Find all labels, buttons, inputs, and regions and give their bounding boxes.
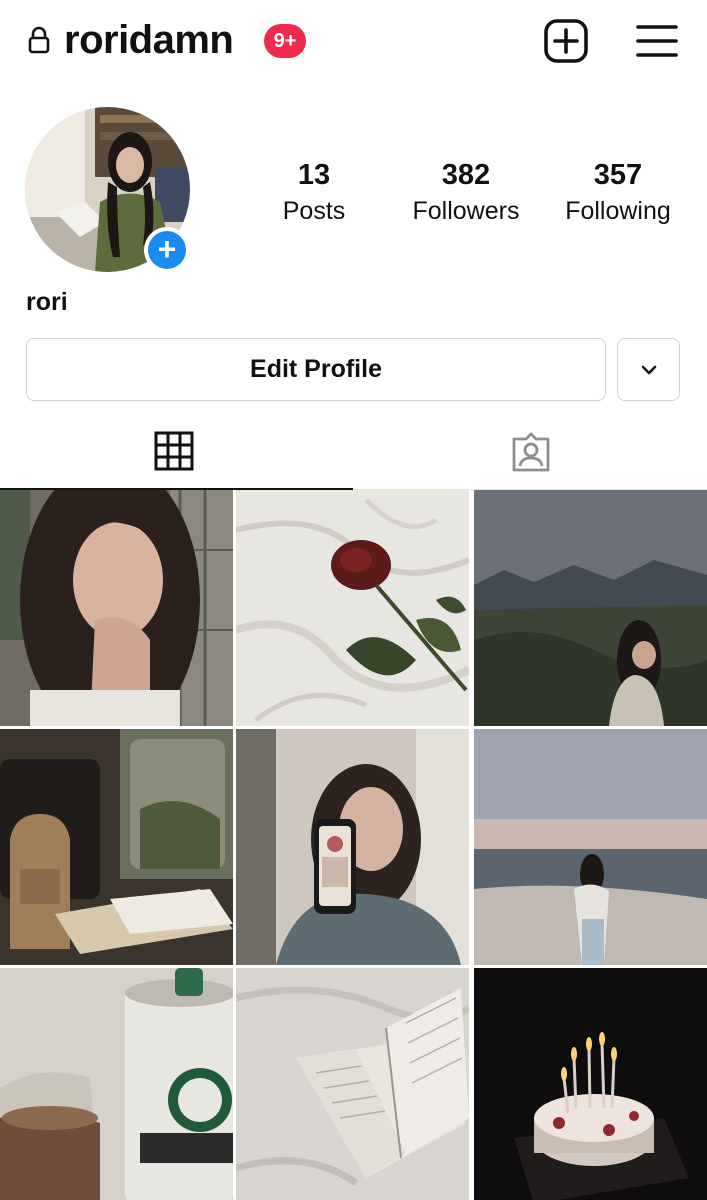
post-thumbnail[interactable] [474,490,707,726]
plus-icon: + [148,231,186,269]
post-thumbnail[interactable] [474,968,707,1200]
chevron-down-icon [641,365,657,375]
post-thumbnail[interactable] [236,968,469,1200]
notification-badge[interactable]: 9+ [264,24,306,58]
tab-posts-grid[interactable] [0,414,353,490]
stat-followers-label: Followers [412,197,520,225]
stat-followers-count: 382 [441,159,491,191]
post-thumbnail[interactable] [474,729,707,965]
add-story-button[interactable]: + [144,227,190,273]
new-post-button[interactable] [543,18,589,64]
grid-icon [154,431,194,471]
tagged-person-icon [512,432,550,472]
post-image-coffee-can [0,968,233,1200]
edit-profile-button[interactable]: Edit Profile [26,338,606,401]
stat-following-label: Following [565,197,671,225]
post-image-landscape [474,490,707,726]
hamburger-menu-icon [636,25,678,57]
post-image-selfie [0,490,233,726]
post-thumbnail[interactable] [0,729,233,965]
stat-posts-count: 13 [297,159,331,191]
post-thumbnail[interactable] [236,490,469,726]
discover-people-button[interactable] [617,338,680,401]
plus-square-icon [544,19,588,63]
stat-posts-label: Posts [282,197,346,225]
post-image-book [236,968,469,1200]
post-image-beach [474,729,707,965]
stat-posts[interactable]: 13 Posts [239,158,389,227]
menu-button[interactable] [636,22,678,60]
account-username[interactable]: roridamn [64,16,234,64]
display-name: rori [26,288,68,316]
stat-following[interactable]: 357 Following [543,158,693,227]
post-image-rose [236,490,469,726]
profile-header: roridamn 9+ [0,0,707,84]
post-image-train [0,729,233,965]
post-thumbnail[interactable] [0,490,233,726]
lock-icon [28,26,50,54]
stat-followers[interactable]: 382 Followers [391,158,541,227]
post-image-mirror-selfie [236,729,469,965]
stat-following-count: 357 [593,159,643,191]
post-thumbnail[interactable] [236,729,469,965]
tab-tagged[interactable] [354,414,707,490]
post-image-cake [474,968,707,1200]
post-thumbnail[interactable] [0,968,233,1200]
posts-grid [0,490,707,1200]
